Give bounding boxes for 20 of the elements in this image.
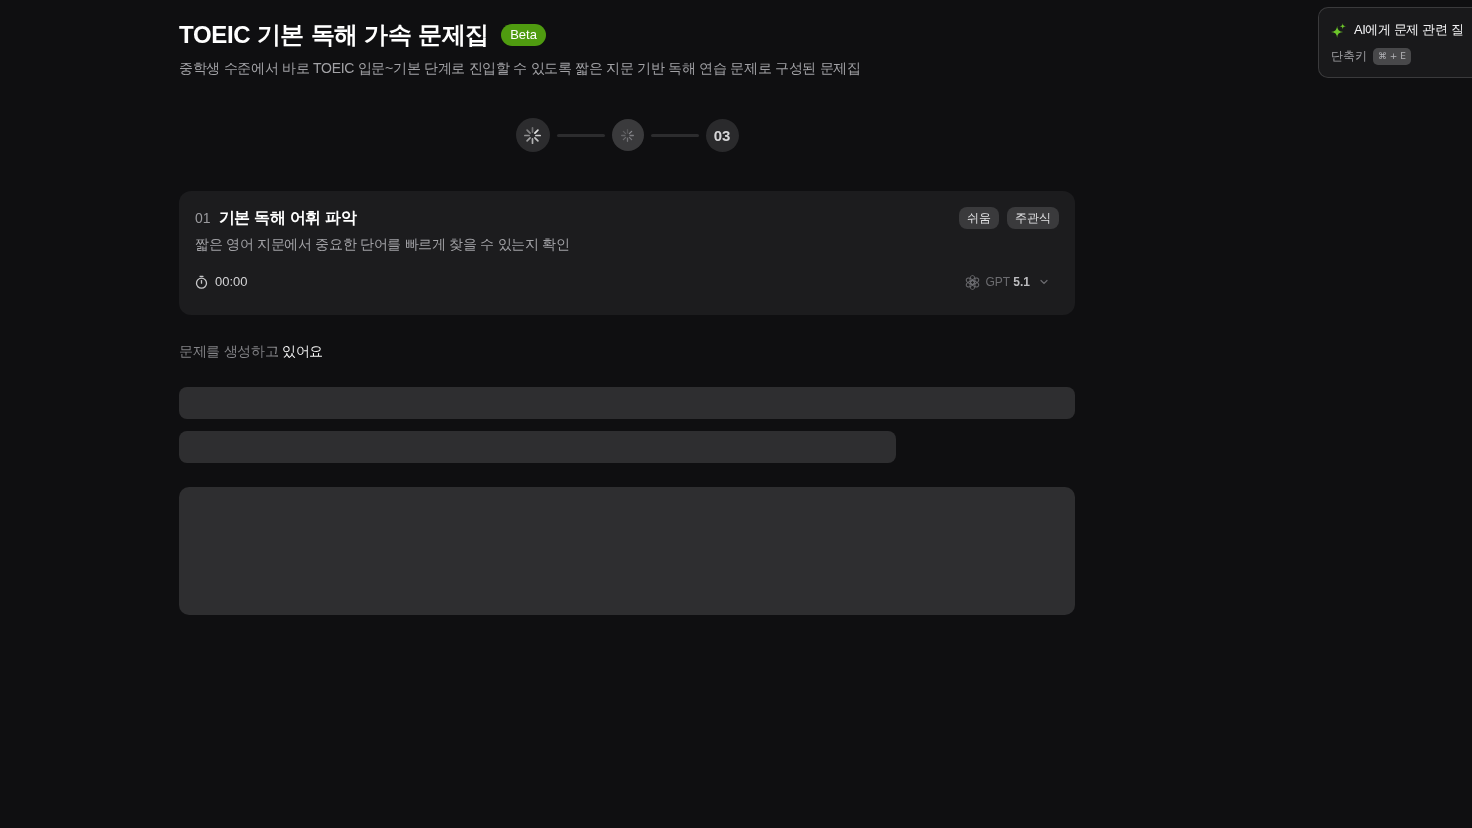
sparkle-icon <box>1331 22 1346 38</box>
timer-text: 00:00 <box>215 273 248 291</box>
question-number: 01 <box>195 209 211 228</box>
model-selector[interactable]: GPT 5.1 <box>964 272 1059 292</box>
spinner-icon <box>621 128 634 142</box>
page-subtitle: 중학생 수준에서 바로 TOEIC 입문~기본 단계로 진입할 수 있도록 짧은 지문 기반 독해 연습 문제로 구성된 문제집 <box>179 59 862 78</box>
tag-chip: 주관식 <box>1007 207 1059 229</box>
stopwatch-icon <box>195 275 208 289</box>
shortcut-key: ⌘ + E <box>1373 47 1411 65</box>
spinner-icon <box>524 126 541 144</box>
step-number: 03 <box>705 118 739 152</box>
question-title: 기본 독해 어휘 파악 <box>218 208 357 228</box>
logo-icon <box>964 274 980 290</box>
chevron-down-icon <box>1040 279 1048 285</box>
shortcut-label: 단축키 <box>1331 47 1367 65</box>
page-title: TOEIC 기본 독해 가속 문제집 <box>179 20 490 50</box>
question-description: 짧은 영어 지문에서 중요한 단어를 빠르게 찾을 수 있는지 확인 <box>195 235 571 254</box>
tag-chip: 쉬움 <box>959 207 999 229</box>
ask-ai-button[interactable]: AI에게 문제 관련 질 <box>1331 21 1464 39</box>
beta-badge: Beta <box>501 24 546 46</box>
